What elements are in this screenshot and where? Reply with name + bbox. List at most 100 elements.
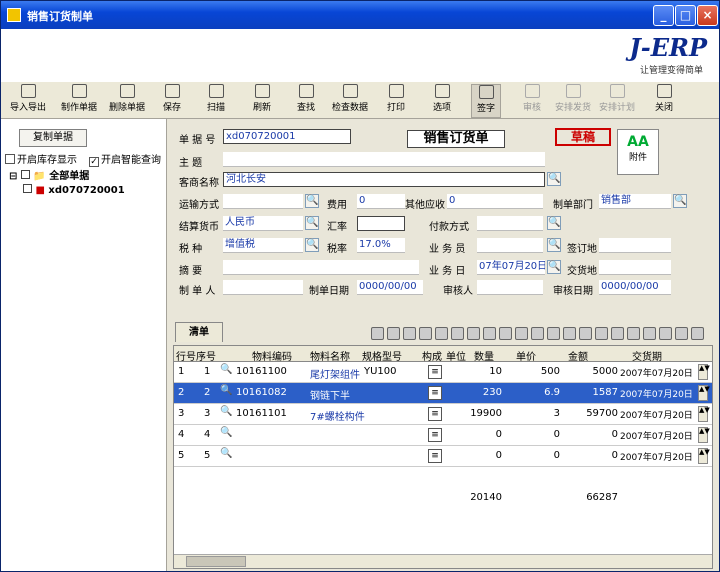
column-header[interactable]: 物料编码 (252, 348, 292, 363)
dept-search-icon[interactable]: 🔍 (673, 194, 687, 208)
cell-qty[interactable]: 0 (456, 450, 502, 461)
component-icon[interactable]: ≡ (428, 407, 442, 421)
tax-rate-field[interactable]: 17.0% (357, 238, 405, 253)
toolbar-button-14[interactable]: 关闭 (649, 84, 679, 118)
cell-qty[interactable]: 230 (456, 387, 502, 398)
cell-qty[interactable]: 19900 (456, 408, 502, 419)
toolbar-button-6[interactable]: 查找 (291, 84, 321, 118)
other-recv-field[interactable]: 0 (447, 194, 543, 209)
cell-code[interactable]: 10161082 (236, 387, 287, 398)
column-header[interactable]: 规格型号 (362, 348, 402, 363)
salesman-field[interactable] (477, 238, 543, 253)
grid-tool-icon[interactable] (579, 327, 592, 340)
column-header[interactable]: 金额 (568, 348, 588, 363)
transport-field[interactable] (223, 194, 303, 209)
toolbar-button-11[interactable]: 审核 (517, 84, 547, 118)
grid-tool-icon[interactable] (371, 327, 384, 340)
grid-tool-icon[interactable] (515, 327, 528, 340)
customer-search-icon[interactable]: 🔍 (547, 172, 561, 186)
grid-tool-icon[interactable] (611, 327, 624, 340)
date-spin-icon[interactable]: ▲▼ (698, 427, 710, 443)
cell-seq[interactable]: 5 (204, 450, 210, 461)
cell-amount[interactable]: 59700 (552, 408, 618, 419)
tax-search-icon[interactable]: 🔍 (305, 238, 319, 252)
horizontal-scrollbar[interactable] (174, 554, 712, 568)
column-header[interactable]: 构成 (422, 348, 442, 363)
grid-tool-icon[interactable] (435, 327, 448, 340)
cell-delivery-date[interactable]: 2007年07月20日 (620, 429, 693, 442)
date-spin-icon[interactable]: ▲▼ (698, 364, 710, 380)
grid-tool-icon[interactable] (483, 327, 496, 340)
tree-root[interactable]: ⊟ 📁 全部单据 (9, 167, 125, 182)
cell-line[interactable]: 5 (178, 450, 184, 461)
payment-search-icon[interactable]: 🔍 (547, 216, 561, 230)
currency-field[interactable]: 人民币 (223, 216, 303, 231)
toolbar-button-3[interactable]: 保存 (157, 84, 187, 118)
material-search-icon[interactable]: 🔍 (220, 449, 232, 461)
tab-list[interactable]: 清单 (175, 322, 223, 342)
transport-search-icon[interactable]: 🔍 (305, 194, 319, 208)
date-picker-icon[interactable]: 🔍 (547, 260, 561, 274)
show-stock-checkbox[interactable]: 开启库存显示 (5, 151, 77, 166)
grid-tool-icon[interactable] (547, 327, 560, 340)
cell-delivery-date[interactable]: 2007年07月20日 (620, 366, 693, 379)
cell-seq[interactable]: 4 (204, 429, 210, 440)
date-spin-icon[interactable]: ▲▼ (698, 406, 710, 422)
toolbar-button-0[interactable]: 导入导出 (5, 84, 51, 118)
material-search-icon[interactable]: 🔍 (220, 365, 232, 377)
component-icon[interactable]: ≡ (428, 365, 442, 379)
tree-item[interactable]: ■ xd070720001 (23, 184, 125, 196)
cell-seq[interactable]: 2 (204, 387, 210, 398)
cell-code[interactable]: 10161101 (236, 408, 287, 419)
column-header[interactable]: 物料名称 (310, 348, 350, 363)
toolbar-button-4[interactable]: 扫描 (201, 84, 231, 118)
toolbar-button-10[interactable]: 签字 (471, 84, 501, 118)
cell-name[interactable]: 7#螺栓构件 (310, 408, 365, 423)
currency-search-icon[interactable]: 🔍 (305, 216, 319, 230)
grid-tool-icon[interactable] (595, 327, 608, 340)
column-header[interactable]: 序号 (196, 348, 216, 363)
cell-name[interactable]: 钢链下半 (310, 387, 350, 402)
toolbar-button-12[interactable]: 安排发货 (553, 84, 593, 118)
payment-field[interactable] (477, 216, 543, 231)
grid-tool-icon[interactable] (675, 327, 688, 340)
doc-no-field[interactable]: xd070720001 (223, 129, 351, 144)
summary-field[interactable] (223, 260, 419, 275)
toolbar-button-2[interactable]: 删除单据 (103, 84, 151, 118)
cell-delivery-date[interactable]: 2007年07月20日 (620, 387, 693, 400)
date-spin-icon[interactable]: ▲▼ (698, 448, 710, 464)
column-header[interactable]: 数量 (474, 348, 494, 363)
cell-amount[interactable]: 5000 (552, 366, 618, 377)
auditor-field[interactable] (477, 280, 543, 295)
grid-tool-icon[interactable] (451, 327, 464, 340)
toolbar-button-13[interactable]: 安排计划 (597, 84, 637, 118)
component-icon[interactable]: ≡ (428, 428, 442, 442)
cell-seq[interactable]: 3 (204, 408, 210, 419)
tax-field[interactable]: 增值税 (223, 238, 303, 253)
maker-field[interactable] (223, 280, 303, 295)
biz-date-field[interactable]: 07年07月20日 (477, 260, 545, 275)
toolbar-button-1[interactable]: 制作单据 (57, 84, 101, 118)
maximize-button[interactable]: □ (675, 5, 696, 26)
attach-button[interactable]: AA 附件 (617, 129, 659, 175)
cell-delivery-date[interactable]: 2007年07月20日 (620, 450, 693, 463)
minimize-button[interactable]: _ (653, 5, 674, 26)
table-row[interactable]: 3 3 🔍 10161101 7#螺栓构件 ≡ 19900 3 59700 2007年07月20日… (174, 404, 712, 425)
table-row[interactable]: 2 2 🔍 10161082 钢链下半 ≡ 230 6.9 1587 2007年07月20日 ▲▼ (174, 383, 712, 404)
component-icon[interactable]: ≡ (428, 386, 442, 400)
cell-seq[interactable]: 1 (204, 366, 210, 377)
material-search-icon[interactable]: 🔍 (220, 386, 232, 398)
grid-tool-icon[interactable] (403, 327, 416, 340)
toolbar-button-7[interactable]: 检查数据 (327, 84, 373, 118)
deliver-place-field[interactable] (599, 260, 671, 275)
grid-tool-icon[interactable] (563, 327, 576, 340)
grid-tool-icon[interactable] (643, 327, 656, 340)
cell-line[interactable]: 2 (178, 387, 184, 398)
grid-tool-icon[interactable] (419, 327, 432, 340)
fee-field[interactable]: 0 (357, 194, 405, 209)
material-search-icon[interactable]: 🔍 (220, 407, 232, 419)
smart-query-checkbox[interactable]: ✓ 开启智能查询 (89, 151, 161, 167)
copy-doc-button[interactable]: 复制单据 (19, 129, 87, 147)
material-search-icon[interactable]: 🔍 (220, 428, 232, 440)
subject-field[interactable] (223, 152, 545, 167)
